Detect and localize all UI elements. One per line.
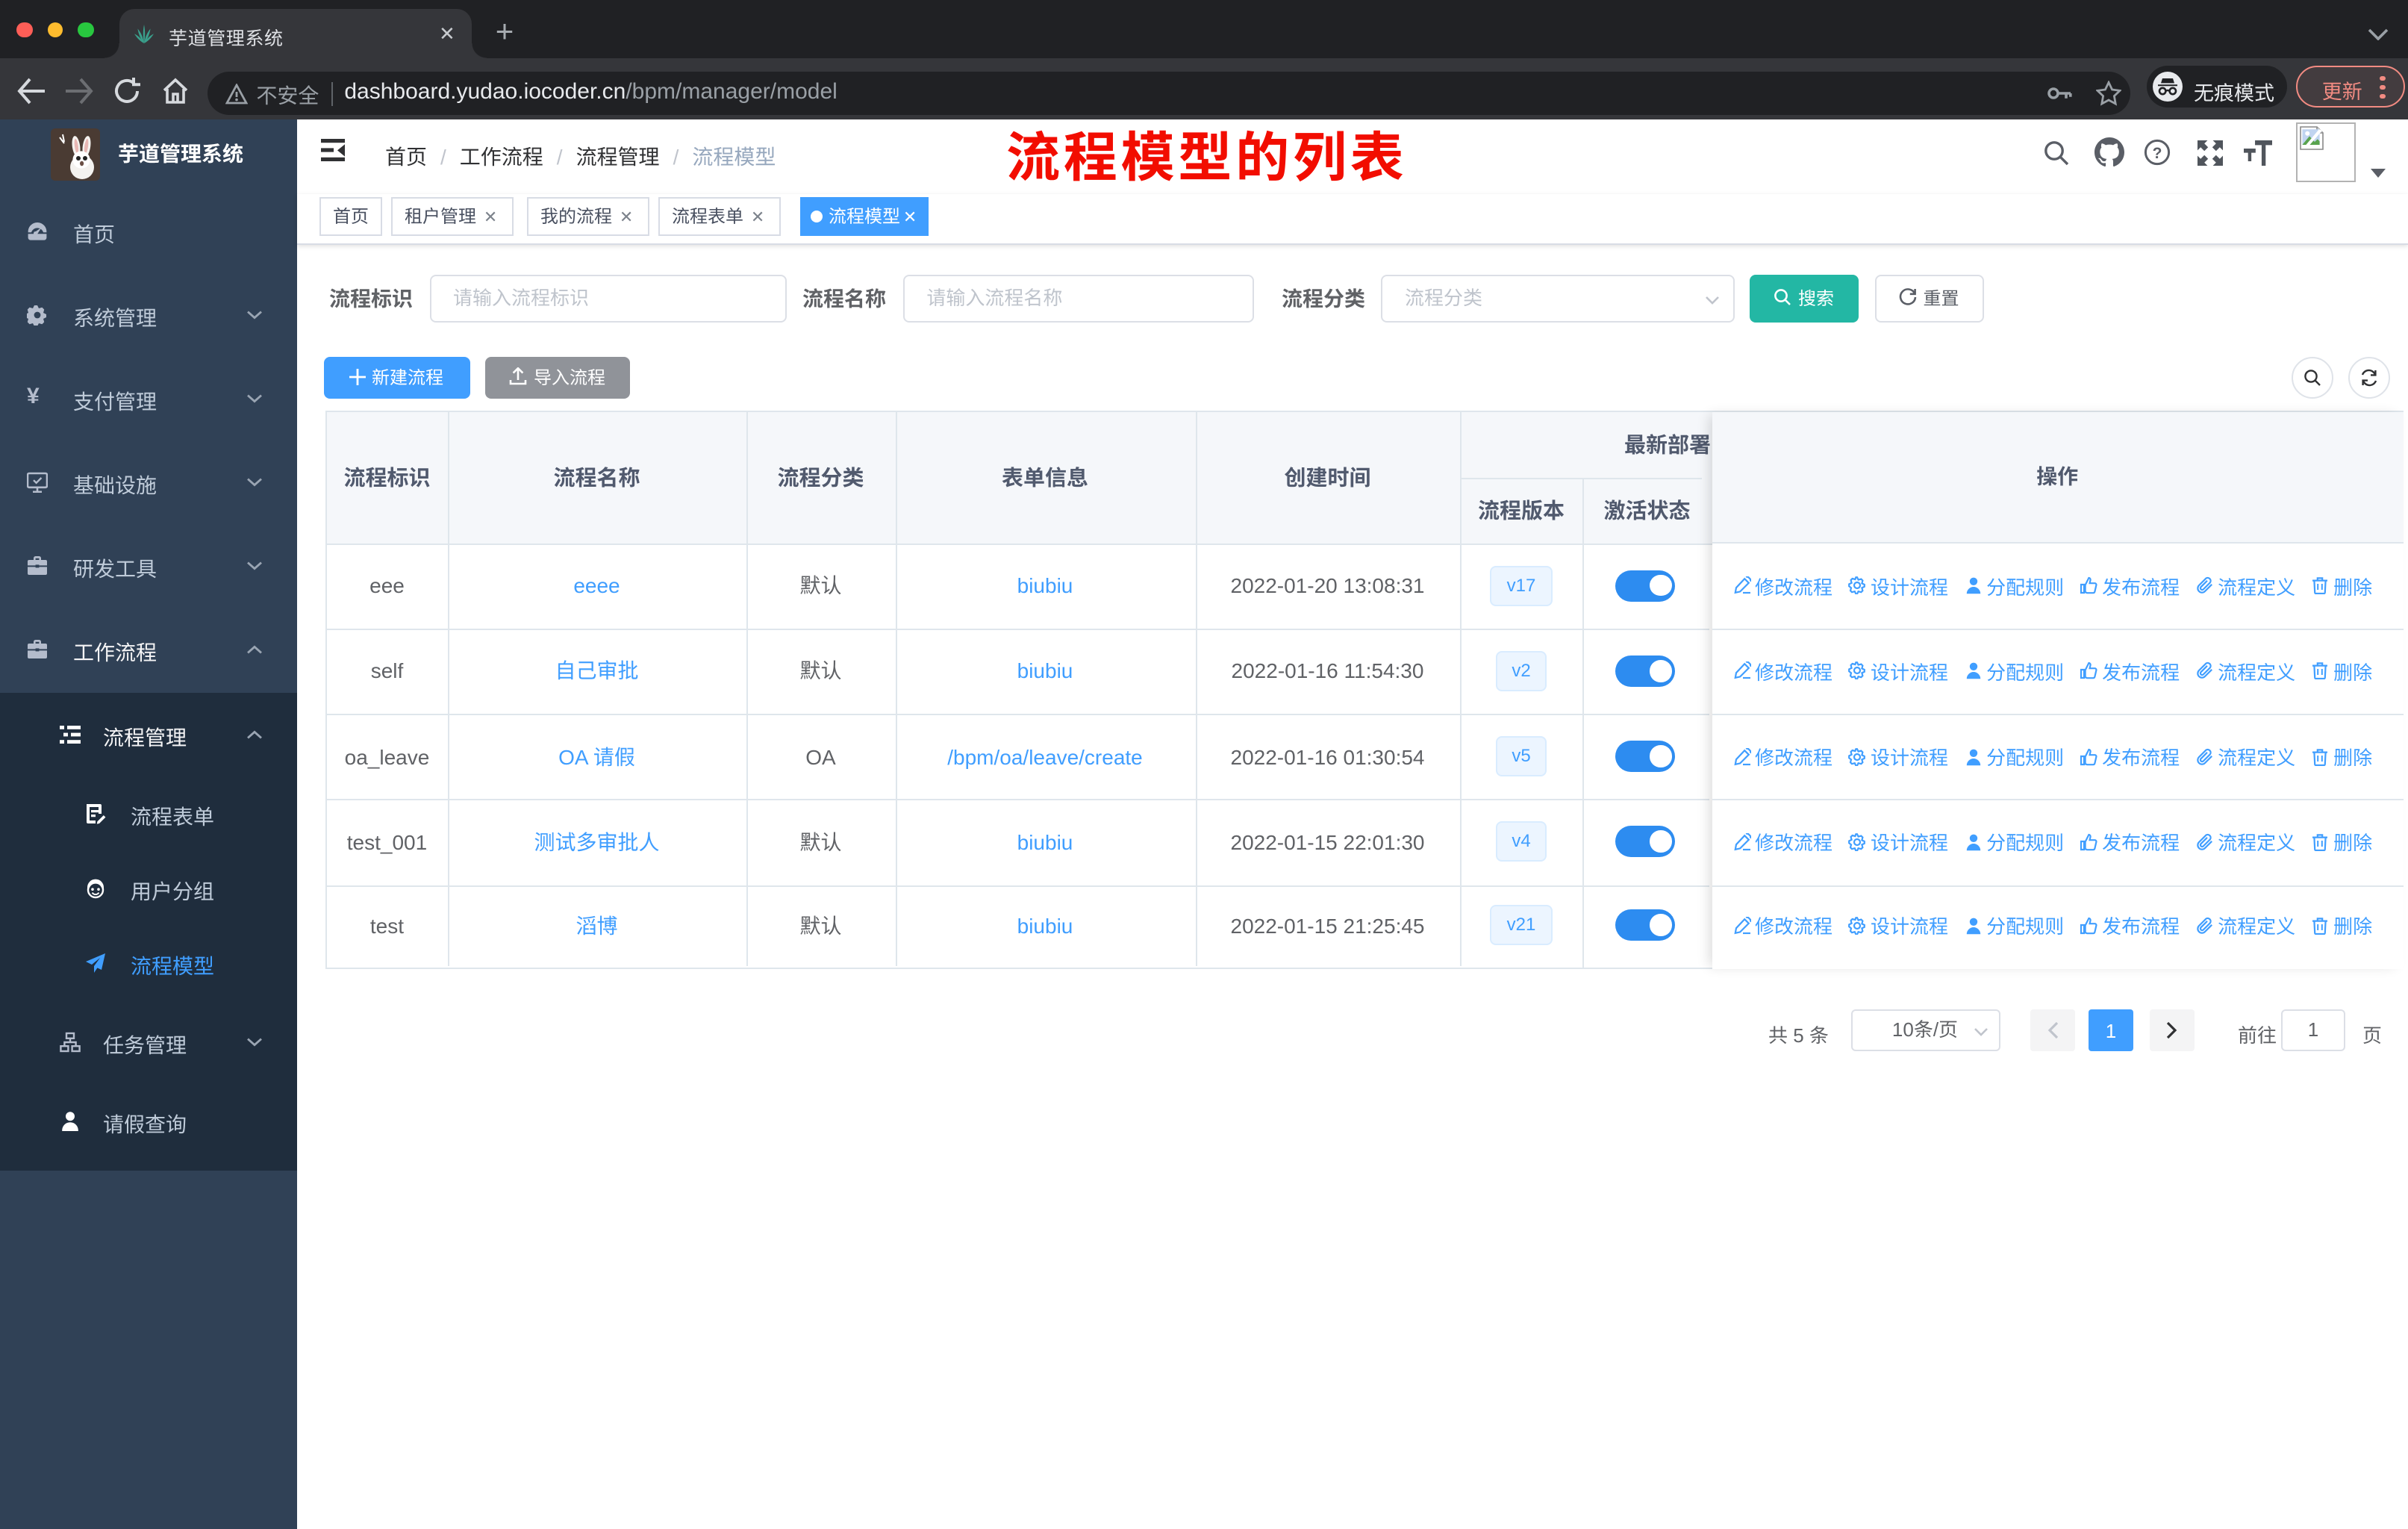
svg-text:?: ?: [2153, 145, 2162, 162]
